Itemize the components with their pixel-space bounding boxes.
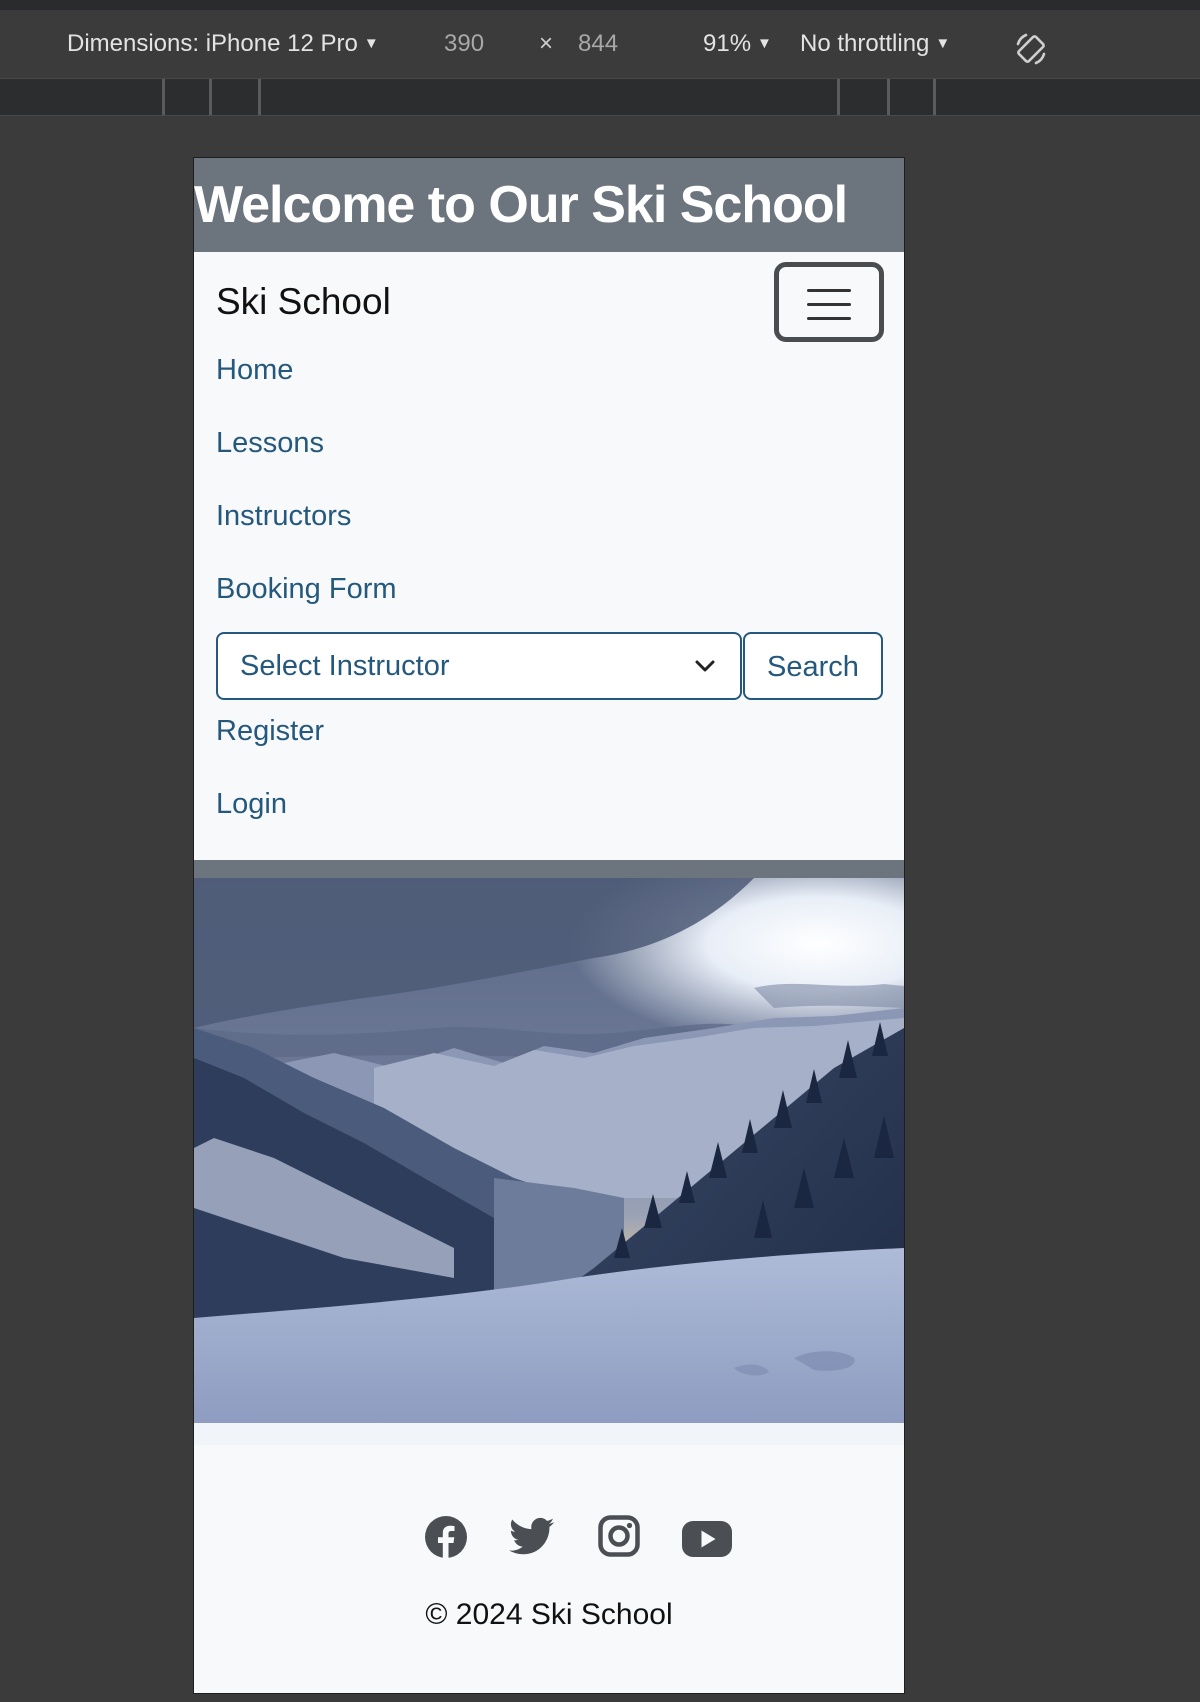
instructor-select[interactable]: Select Instructor [216, 632, 742, 700]
throttling-label: No throttling [800, 30, 930, 57]
dropdown-caret-icon: ▼ [363, 35, 379, 52]
hero-image [194, 878, 904, 1423]
ruler-tick [209, 79, 212, 115]
chevron-down-icon [695, 660, 715, 672]
device-toolbar: Dimensions: iPhone 12 Pro ▼ 390 × 844 91%… [0, 10, 1200, 79]
media-query-ruler [0, 79, 1200, 116]
navbar: Ski School Home Lessons Instructors Book… [194, 252, 904, 860]
nav-link-instructors[interactable]: Instructors [216, 496, 351, 536]
nav-link-booking-form[interactable]: Booking Form [216, 569, 397, 609]
nav-link-login[interactable]: Login [216, 784, 287, 824]
device-viewport: Welcome to Our Ski School Ski School Hom… [194, 158, 904, 1693]
copyright-text: © 2024 Ski School [425, 1598, 673, 1631]
nav-link-lessons[interactable]: Lessons [216, 423, 324, 463]
height-input[interactable]: 844 [578, 10, 618, 78]
search-button[interactable]: Search [743, 632, 883, 700]
dropdown-caret-icon: ▼ [757, 35, 772, 52]
section-divider [194, 860, 904, 878]
ruler-tick [837, 79, 840, 115]
throttling-dropdown[interactable]: No throttling ▼ [800, 10, 950, 78]
ruler-tick [162, 79, 165, 115]
rotate-icon[interactable] [1012, 30, 1050, 68]
instructor-search-form: Select Instructor Search [216, 632, 883, 700]
facebook-icon[interactable] [424, 1515, 468, 1559]
devtools-top-strip [0, 0, 1200, 10]
twitter-icon[interactable] [509, 1517, 555, 1557]
page-title: Welcome to Our Ski School [194, 158, 904, 252]
instructor-select-value: Select Instructor [240, 650, 450, 682]
device-dimensions-dropdown[interactable]: Dimensions: iPhone 12 Pro ▼ [67, 10, 379, 78]
ruler-tick [933, 79, 936, 115]
zoom-label: 91% [703, 30, 752, 57]
dropdown-caret-icon: ▼ [935, 35, 951, 52]
navbar-brand[interactable]: Ski School [216, 278, 391, 326]
ruler-tick [887, 79, 890, 115]
times-icon: × [539, 30, 554, 57]
zoom-dropdown[interactable]: 91% ▼ [703, 10, 772, 78]
youtube-icon[interactable] [682, 1521, 732, 1557]
footer: © 2024 Ski School [194, 1445, 904, 1693]
device-dimensions-label: Dimensions: iPhone 12 Pro [67, 30, 358, 57]
ruler-tick [258, 79, 261, 115]
nav-link-register[interactable]: Register [216, 711, 324, 751]
width-input[interactable]: 390 [444, 10, 484, 78]
nav-link-home[interactable]: Home [216, 350, 293, 390]
footer-spacer [194, 1423, 904, 1445]
navbar-toggler-button[interactable] [774, 262, 884, 342]
instagram-icon[interactable] [598, 1515, 640, 1557]
